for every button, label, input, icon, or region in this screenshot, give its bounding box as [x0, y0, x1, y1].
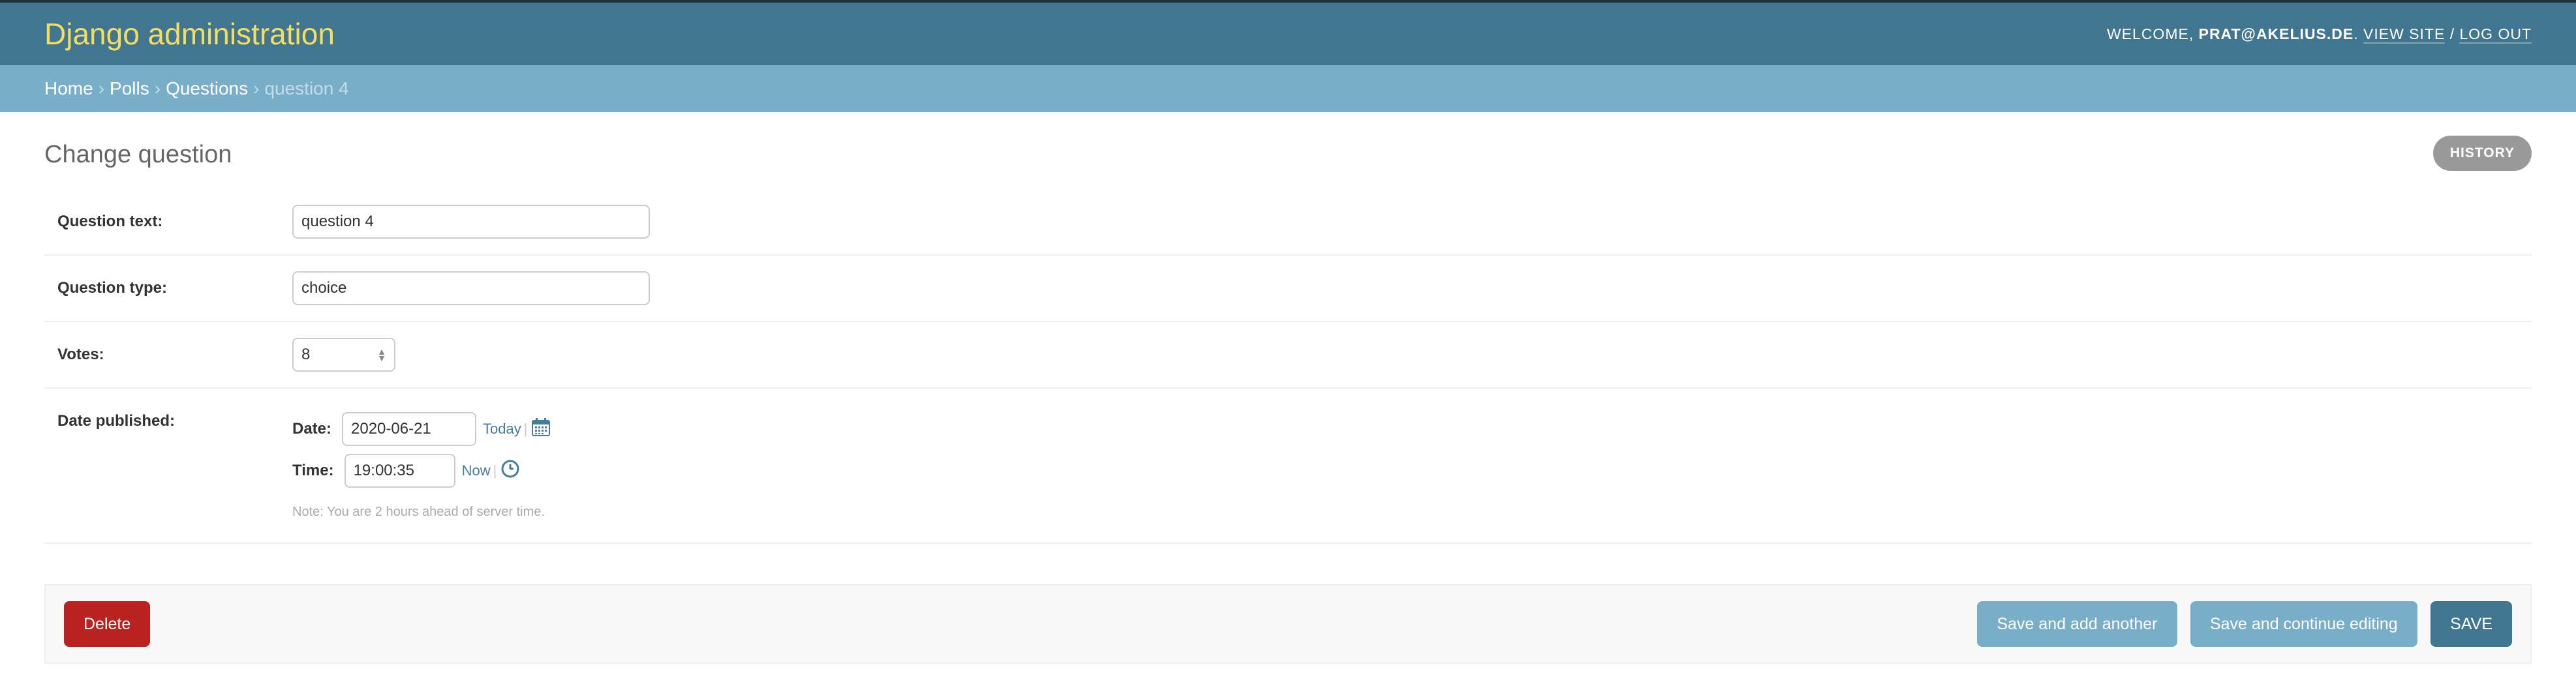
date-line: Date: 2020-06-21 Today |: [292, 412, 551, 446]
votes-input[interactable]: 8 ▲ ▼: [292, 338, 395, 372]
time-input[interactable]: 19:00:35: [344, 454, 455, 488]
breadcrumb-questions[interactable]: Questions: [166, 78, 248, 99]
breadcrumb-separator: ›: [98, 78, 105, 98]
timezone-note: Note: You are 2 hours ahead of server ti…: [292, 505, 545, 519]
date-input[interactable]: 2020-06-21: [342, 412, 477, 446]
clock-icon[interactable]: [500, 459, 520, 483]
date-sublabel: Date:: [292, 420, 332, 438]
breadcrumb: Home › Polls › Questions › question 4: [0, 65, 2576, 112]
question-type-label: Question type:: [57, 279, 168, 297]
breadcrumb-home[interactable]: Home: [44, 78, 93, 99]
site-title[interactable]: Django administration: [44, 16, 335, 52]
date-published-label: Date published:: [57, 412, 176, 430]
now-link[interactable]: Now: [462, 462, 491, 479]
votes-row: Votes: 8 ▲ ▼: [44, 322, 2532, 389]
username: prat@akelius.de: [2198, 25, 2354, 42]
delete-button[interactable]: Delete: [64, 601, 151, 647]
votes-label: Votes:: [57, 346, 104, 363]
main-content: Change question History Question text: q…: [0, 112, 2576, 664]
date-published-row: Date published: Date: 2020-06-21 Today |: [44, 389, 2532, 544]
time-sublabel: Time:: [292, 462, 334, 479]
view-site-link[interactable]: View site: [2363, 25, 2446, 44]
breadcrumb-current: question 4: [264, 78, 349, 98]
spinner-arrows-icon[interactable]: ▲ ▼: [377, 347, 386, 363]
user-tools-separator: /: [2449, 25, 2455, 42]
question-text-row: Question text: question 4: [44, 189, 2532, 256]
question-type-input[interactable]: choice: [292, 271, 650, 305]
time-line: Time: 19:00:35 Now |: [292, 454, 551, 488]
shortcut-separator: |: [493, 462, 497, 479]
log-out-link[interactable]: Log out: [2459, 25, 2532, 44]
save-and-add-another-button[interactable]: Save and add another: [1977, 601, 2177, 647]
votes-value: 8: [301, 346, 311, 363]
breadcrumb-separator: ›: [253, 78, 260, 98]
save-button[interactable]: SAVE: [2430, 601, 2512, 647]
question-text-label: Question text:: [57, 213, 163, 230]
save-and-continue-button[interactable]: Save and continue editing: [2190, 601, 2417, 647]
page-title: Change question: [44, 141, 232, 168]
calendar-icon[interactable]: [531, 417, 551, 441]
save-buttons-group: Save and add another Save and continue e…: [1967, 601, 2512, 647]
question-type-row: Question type: choice: [44, 256, 2532, 322]
question-text-input[interactable]: question 4: [292, 205, 650, 239]
welcome-text: Welcome,: [2106, 25, 2194, 42]
breadcrumb-separator: ›: [154, 78, 161, 98]
user-tools: Welcome, prat@akelius.de. View site / Lo…: [2106, 25, 2532, 44]
datetime-widget: Date: 2020-06-21 Today | Time: 19:00:35 …: [292, 412, 551, 520]
shortcut-separator: |: [523, 421, 528, 437]
history-button[interactable]: History: [2432, 136, 2532, 171]
breadcrumb-polls[interactable]: Polls: [110, 78, 149, 99]
header: Django administration Welcome, prat@akel…: [0, 3, 2576, 65]
submit-row: Delete Save and add another Save and con…: [44, 584, 2532, 664]
today-link[interactable]: Today: [483, 421, 521, 438]
